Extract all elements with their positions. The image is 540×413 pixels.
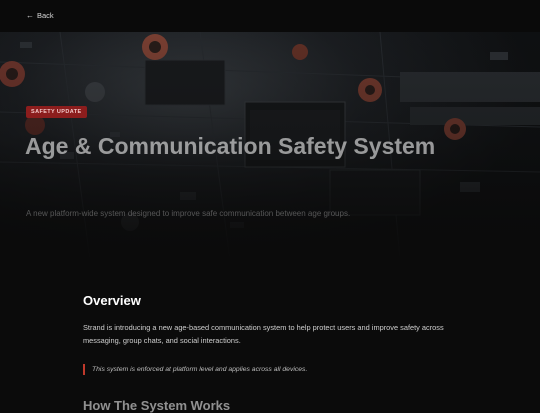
back-label: Back	[37, 11, 54, 20]
page-subtitle: A new platform-wide system designed to i…	[26, 209, 351, 218]
how-it-works-heading: How The System Works	[83, 398, 231, 413]
top-bar: ← Back	[0, 0, 540, 32]
hero-banner: SAFETY UPDATE Age & Communication Safety…	[0, 32, 540, 260]
arrow-left-icon: ←	[26, 10, 34, 20]
enforcement-callout: This system is enforced at platform leve…	[83, 364, 463, 375]
overview-paragraph: Strand is introducing a new age-based co…	[83, 323, 444, 345]
overview-heading: Overview	[83, 293, 141, 308]
overview-section: Overview Strand is introducing a new age…	[83, 293, 463, 375]
page-title: Age & Communication Safety System	[25, 133, 436, 159]
back-button[interactable]: ← Back	[26, 11, 54, 20]
category-badge: SAFETY UPDATE	[26, 106, 87, 118]
